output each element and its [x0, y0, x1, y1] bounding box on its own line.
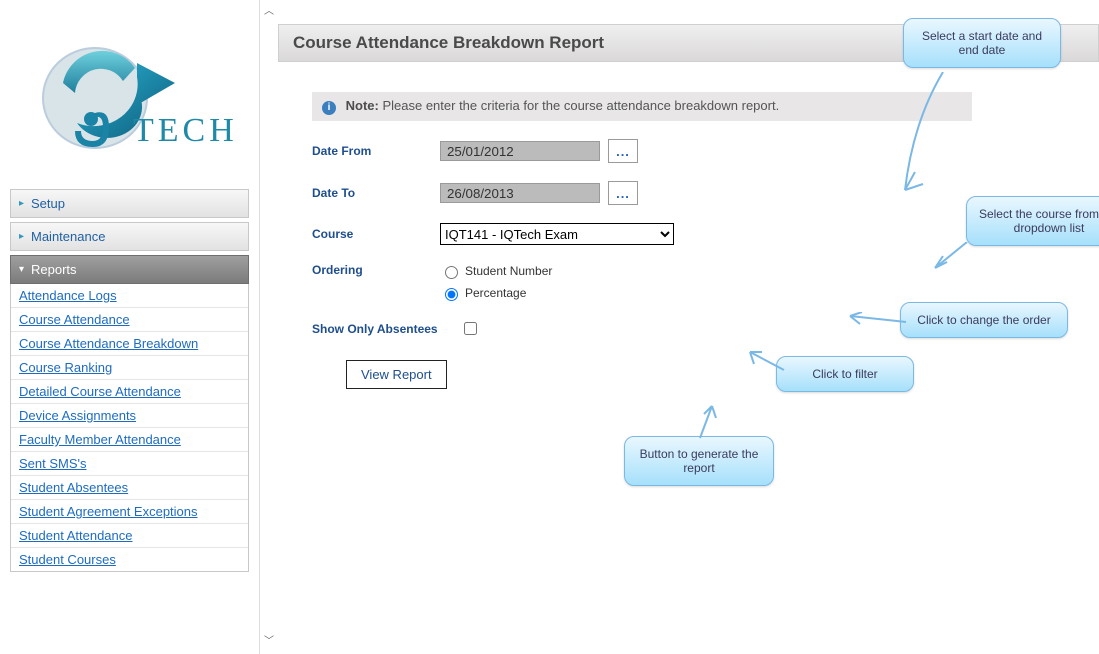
note-prefix: Note: [346, 98, 379, 113]
absentees-label: Show Only Absentees [312, 322, 460, 336]
callout-pointer-icon [848, 312, 908, 330]
ordering-option-1: Percentage [465, 286, 526, 300]
main: Course Attendance Breakdown Report i Not… [278, 0, 1099, 654]
callout-pointer-icon [933, 242, 973, 272]
nav-link-device-assignments[interactable]: Device Assignments [11, 404, 248, 428]
nav: ▸ Setup ▸ Maintenance ▾ Reports Attendan… [10, 189, 249, 572]
chevron-right-icon: ▸ [19, 231, 31, 242]
ordering-percentage[interactable]: Percentage [440, 285, 552, 301]
date-to-label: Date To [312, 186, 440, 200]
nav-reports-sub: Attendance Logs Course Attendance Course… [10, 284, 249, 572]
ordering-student-number[interactable]: Student Number [440, 263, 552, 279]
scroll-down-icon[interactable]: ﹀ [263, 636, 275, 648]
date-to-picker-button[interactable]: ... [608, 181, 638, 205]
nav-link-student-agreement-exceptions[interactable]: Student Agreement Exceptions [11, 500, 248, 524]
callout-filter: Click to filter [776, 356, 914, 392]
nav-reports[interactable]: ▾ Reports [10, 255, 249, 284]
note-bar: i Note: Please enter the criteria for th… [312, 92, 972, 121]
chevron-right-icon: ▸ [19, 198, 31, 209]
nav-maintenance-label: Maintenance [31, 229, 240, 244]
nav-link-detailed-course-attendance[interactable]: Detailed Course Attendance [11, 380, 248, 404]
ordering-label: Ordering [312, 263, 440, 277]
nav-link-student-courses[interactable]: Student Courses [11, 548, 248, 571]
nav-link-course-attendance[interactable]: Course Attendance [11, 308, 248, 332]
callout-pointer-icon [748, 350, 788, 374]
callout-course: Select the course from the dropdown list [966, 196, 1099, 246]
date-from-picker-button[interactable]: ... [608, 139, 638, 163]
ordering-radio-group: Student Number Percentage [440, 263, 552, 301]
ordering-radio-percentage[interactable] [445, 288, 458, 301]
nav-link-student-attendance[interactable]: Student Attendance [11, 524, 248, 548]
sidebar: TECH ▸ Setup ▸ Maintenance ▾ Reports Att… [0, 0, 260, 654]
callout-pointer-icon [903, 72, 963, 192]
nav-link-sent-sms[interactable]: Sent SMS's [11, 452, 248, 476]
nav-setup-label: Setup [31, 196, 240, 211]
callout-order: Click to change the order [900, 302, 1068, 338]
nav-link-faculty-member-attendance[interactable]: Faculty Member Attendance [11, 428, 248, 452]
view-report-button[interactable]: View Report [346, 360, 447, 389]
vertical-scroll-markers: ︿ ﹀ [260, 0, 278, 654]
nav-link-attendance-logs[interactable]: Attendance Logs [11, 284, 248, 308]
course-select[interactable]: IQT141 - IQTech Exam [440, 223, 674, 245]
nav-reports-label: Reports [31, 262, 240, 277]
date-to-input[interactable] [440, 183, 600, 203]
nav-link-course-ranking[interactable]: Course Ranking [11, 356, 248, 380]
ordering-radio-student-number[interactable] [445, 266, 458, 279]
callout-pointer-icon [698, 404, 718, 440]
brand-logo: TECH [0, 0, 259, 185]
info-icon: i [322, 101, 336, 115]
ordering-option-0: Student Number [465, 264, 552, 278]
scroll-up-icon[interactable]: ︿ [263, 6, 275, 18]
course-label: Course [312, 227, 440, 241]
date-from-input[interactable] [440, 141, 600, 161]
date-from-label: Date From [312, 144, 440, 158]
absentees-checkbox[interactable] [464, 322, 477, 335]
note-text: Please enter the criteria for the course… [382, 98, 779, 113]
callout-dates: Select a start date and end date [903, 18, 1061, 68]
nav-maintenance[interactable]: ▸ Maintenance [10, 222, 249, 251]
callout-button: Button to generate the report [624, 436, 774, 486]
brand-text: TECH [133, 112, 235, 149]
chevron-down-icon: ▾ [19, 264, 31, 275]
nav-setup[interactable]: ▸ Setup [10, 189, 249, 218]
nav-link-course-attendance-breakdown[interactable]: Course Attendance Breakdown [11, 332, 248, 356]
nav-link-student-absentees[interactable]: Student Absentees [11, 476, 248, 500]
